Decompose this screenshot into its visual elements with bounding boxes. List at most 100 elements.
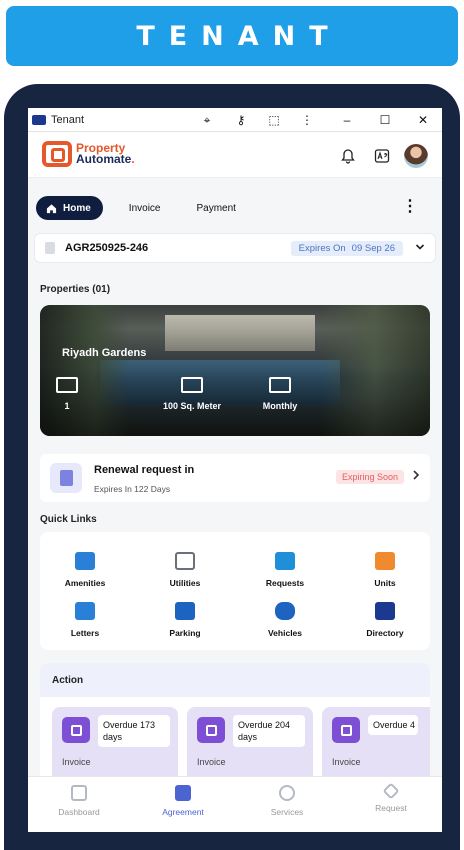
quick-link-parking[interactable]: Parking [140, 602, 230, 638]
bottom-nav-agreement[interactable]: Agreement [138, 785, 228, 817]
bottom-nav-dashboard[interactable]: Dashboard [34, 785, 124, 817]
app-header: Property Automate. [28, 132, 442, 178]
quick-links-grid: Amenities Utilities Requests Units Lette… [40, 532, 430, 650]
key-icon[interactable]: ⚷ [234, 113, 248, 127]
vehicles-icon [275, 602, 295, 620]
bottom-nav-request[interactable]: Request [346, 782, 436, 813]
home-icon [46, 203, 57, 213]
invoice-icon [197, 717, 225, 743]
property-stat-area: 100 Sq. Meter [132, 377, 252, 411]
renewal-card[interactable]: Renewal request in Expires In 122 Days E… [40, 454, 430, 502]
quick-link-label: Vehicles [267, 628, 303, 638]
window-titlebar: Tenant ⌖ ⚷ ⬚ ⋮ – ☐ ✕ [28, 108, 442, 132]
app-icon [32, 114, 46, 125]
chevron-down-icon[interactable] [415, 242, 425, 255]
logo-mark [42, 141, 72, 167]
quick-link-amenities[interactable]: Amenities [40, 552, 130, 588]
properties-heading: Properties (01) [40, 284, 111, 295]
renewal-title: Renewal request in [94, 464, 195, 476]
quick-link-label: Requests [265, 578, 305, 588]
extension-icon[interactable]: ⬚ [267, 113, 281, 127]
quick-link-label: Amenities [64, 578, 106, 588]
quick-link-units[interactable]: Units [340, 552, 430, 588]
chevron-right-icon[interactable] [412, 470, 420, 483]
bottom-nav: Dashboard Agreement Services Request [28, 776, 442, 832]
quick-link-label: Directory [366, 628, 404, 638]
quick-link-label: Utilities [169, 578, 201, 588]
quick-link-label: Units [374, 578, 396, 588]
action-card-text: Overdue 173 days [98, 715, 170, 747]
quick-link-label: Letters [70, 628, 100, 638]
quick-link-label: Parking [169, 628, 201, 638]
property-stat-units-value: 1 [64, 401, 70, 411]
expiry-label: Expires On [298, 243, 346, 254]
language-icon[interactable] [372, 146, 392, 166]
more-icon[interactable]: ⋮ [300, 113, 314, 127]
property-photo-house [165, 315, 315, 351]
property-card[interactable]: Riyadh Gardens 1 100 Sq. Meter Monthly [40, 305, 430, 436]
area-icon [181, 377, 203, 393]
logo-line2: Automate [76, 152, 132, 166]
renewal-subtitle: Expires In 122 Days [94, 484, 171, 494]
action-card-text: Overdue 204 days [233, 715, 305, 747]
quick-link-letters[interactable]: Letters [40, 602, 130, 638]
expiry-badge: Expires On 09 Sep 26 [290, 241, 403, 256]
utilities-icon [175, 552, 195, 570]
bottom-nav-services[interactable]: Services [242, 785, 332, 817]
bottom-nav-label: Request [375, 803, 407, 813]
property-stat-rent-value: Monthly [262, 401, 298, 411]
property-stat-units: 1 [52, 377, 82, 411]
window-title: Tenant [51, 113, 85, 126]
agreement-selector[interactable]: AGR250925-246 Expires On 09 Sep 26 [34, 233, 436, 263]
location-icon[interactable]: ⌖ [200, 113, 214, 127]
amenities-icon [75, 552, 95, 570]
tab-payment[interactable]: Payment [196, 203, 235, 214]
nav-more-icon[interactable]: ⋮ [402, 199, 418, 215]
user-avatar[interactable] [404, 144, 428, 168]
app-window: Tenant ⌖ ⚷ ⬚ ⋮ – ☐ ✕ Property Automate. … [28, 108, 442, 832]
action-card-label: Invoice [62, 757, 91, 767]
role-banner: TENANT [6, 6, 458, 66]
logo-dot: . [131, 152, 135, 166]
dashboard-icon [71, 785, 87, 801]
parking-icon [175, 602, 195, 620]
bottom-nav-label: Dashboard [58, 807, 100, 817]
building-icon [56, 377, 78, 393]
tab-home-label: Home [63, 202, 91, 214]
invoice-icon [62, 717, 90, 743]
action-card-label: Invoice [197, 757, 226, 767]
quick-link-directory[interactable]: Directory [340, 602, 430, 638]
renewal-doc-icon [50, 463, 82, 493]
action-card-label: Invoice [332, 757, 361, 767]
property-automate-logo[interactable]: Property Automate. [42, 141, 135, 167]
cash-icon [269, 377, 291, 393]
directory-icon [375, 602, 395, 620]
bottom-nav-label: Services [270, 807, 304, 817]
document-icon [45, 242, 55, 254]
property-name: Riyadh Gardens [62, 347, 147, 359]
main-nav: Home Invoice Payment ⋮ [36, 194, 434, 222]
quick-link-requests[interactable]: Requests [240, 552, 330, 588]
action-heading: Action [40, 663, 430, 697]
services-icon [279, 785, 295, 801]
quick-link-vehicles[interactable]: Vehicles [240, 602, 330, 638]
expiry-date: 09 Sep 26 [351, 243, 395, 254]
expiring-badge: Expiring Soon [335, 470, 404, 484]
action-card-text: Overdue 4 days [368, 715, 418, 735]
tab-home[interactable]: Home [36, 196, 103, 220]
maximize-icon[interactable]: ☐ [378, 113, 392, 127]
units-icon [375, 552, 395, 570]
quick-links-heading: Quick Links [40, 514, 97, 525]
property-stat-rent: Monthly [252, 377, 308, 411]
letters-icon [75, 602, 95, 620]
close-icon[interactable]: ✕ [416, 113, 430, 127]
minimize-icon[interactable]: – [340, 113, 354, 127]
tab-invoice[interactable]: Invoice [129, 203, 161, 214]
banner-title: TENANT [136, 20, 342, 52]
requests-icon [275, 552, 295, 570]
invoice-icon [332, 717, 360, 743]
property-stat-area-value: 100 Sq. Meter [162, 401, 222, 411]
bell-icon[interactable] [338, 146, 358, 166]
bottom-nav-label: Agreement [162, 807, 204, 817]
quick-link-utilities[interactable]: Utilities [140, 552, 230, 588]
